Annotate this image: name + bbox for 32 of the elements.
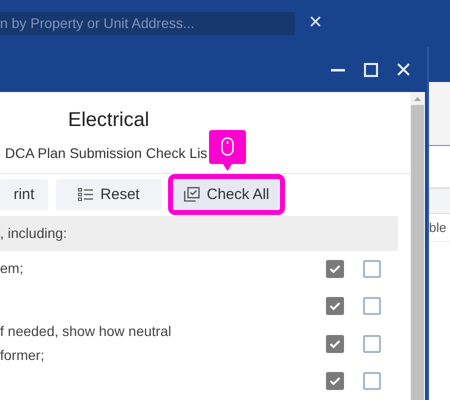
mouse-icon — [221, 138, 234, 156]
check-icon — [329, 301, 341, 312]
checkbox[interactable] — [363, 372, 381, 390]
checkbox[interactable] — [326, 334, 344, 353]
item-text: em; — [0, 260, 24, 276]
maximize-icon[interactable] — [364, 62, 378, 76]
check-icon — [329, 338, 341, 349]
subtitle: DCA Plan Submission Check Lis — [5, 144, 208, 164]
print-button[interactable]: rint — [0, 179, 48, 210]
checkbox[interactable] — [326, 297, 344, 316]
section-text: , including: — [0, 224, 67, 243]
reset-button[interactable]: Reset — [56, 179, 162, 210]
check-icon — [329, 376, 341, 386]
checkbox[interactable] — [326, 372, 344, 390]
list-icon — [78, 188, 94, 202]
tooltip — [209, 130, 246, 172]
dialog-heading: Electrical — [68, 108, 150, 133]
checkbox[interactable] — [363, 297, 381, 316]
scrollbar-thumb[interactable] — [411, 105, 424, 400]
check-all-icon — [184, 187, 200, 202]
close-icon[interactable] — [397, 63, 410, 76]
checkbox[interactable] — [326, 260, 344, 278]
close-icon[interactable] — [310, 16, 321, 27]
table-cell-text: ble — [429, 218, 446, 237]
search-field[interactable]: n by Property or Unit Address... — [0, 12, 295, 35]
scroll-up-icon[interactable] — [414, 97, 421, 101]
check-all-button[interactable]: Check All — [173, 179, 280, 210]
check-icon — [329, 264, 341, 274]
checkbox[interactable] — [363, 260, 381, 278]
checkbox[interactable] — [363, 334, 381, 353]
scrollbar[interactable] — [410, 92, 425, 400]
item-text: f needed, show how neutral former; — [0, 322, 172, 363]
